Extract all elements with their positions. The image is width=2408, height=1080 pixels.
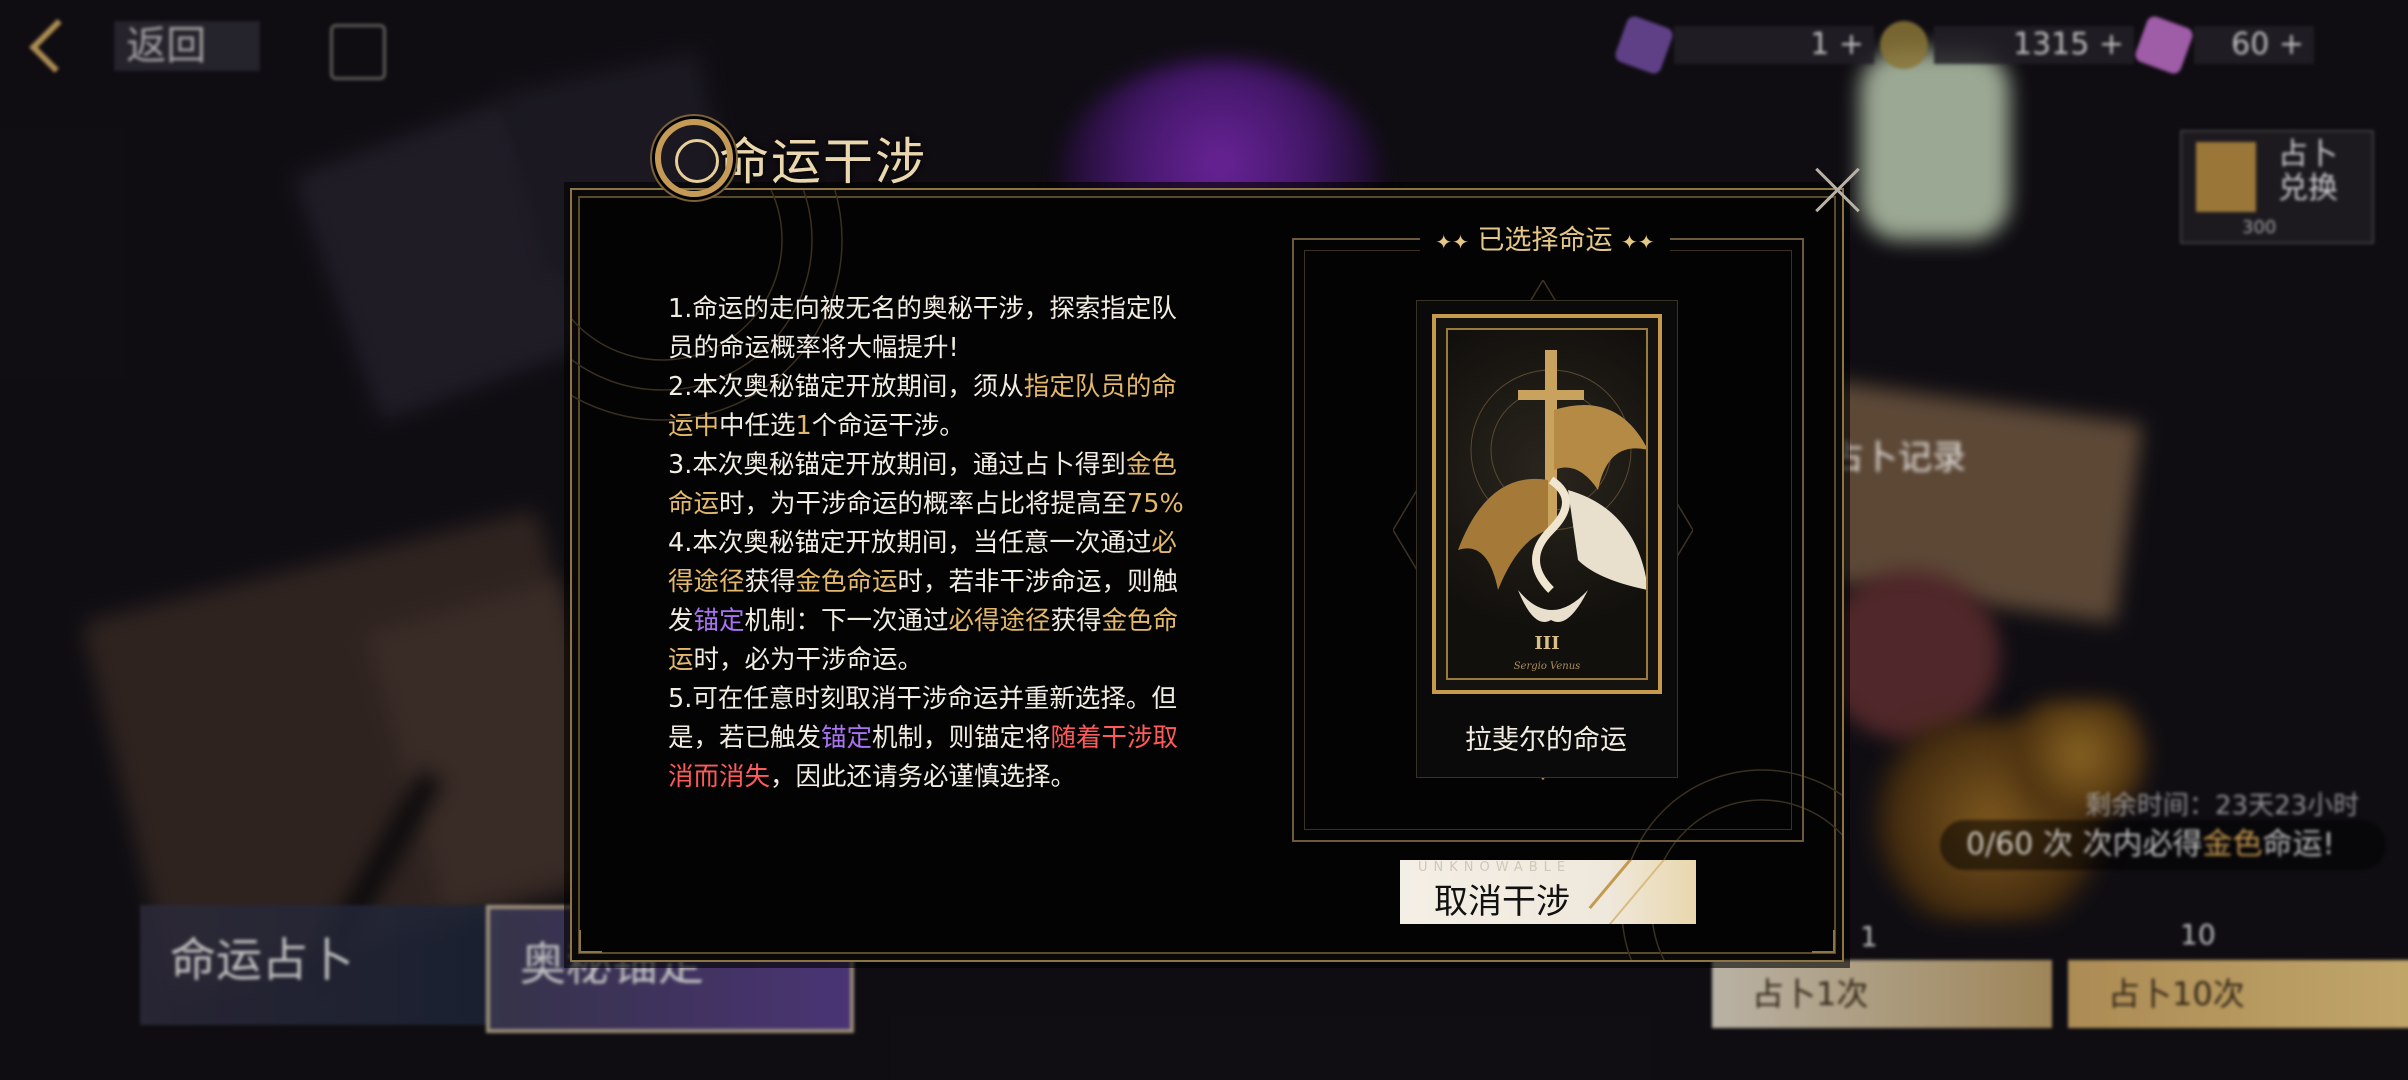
- rule-5: 5.可在任意时刻取消干涉命运并重新选择。但是，若已触发锚定机制，则锚定将随着干涉…: [668, 684, 1179, 792]
- tab-fate-divination[interactable]: 命运占卜: [140, 905, 500, 1025]
- dialog-title-area: 命运干涉: [655, 108, 927, 208]
- notice-count: 0/60 次: [1966, 827, 2073, 862]
- rule-1: 1.命运的走向被无名的奥秘干涉，探索指定队员的命运概率将大幅提升!: [668, 294, 1177, 363]
- sparkle-icon: ✦✦: [1621, 230, 1655, 254]
- resource-value: 60 +: [2194, 26, 2314, 64]
- resource-gold-coin[interactable]: 1315 +: [1880, 20, 2134, 70]
- guarantee-notice: 0/60 次 次内必得金色命运!: [1940, 820, 2386, 870]
- draw-ten-cost: 10: [2180, 918, 2216, 951]
- notice-suffix: 命运!: [2262, 827, 2335, 862]
- back-button[interactable]: 返回: [20, 16, 260, 76]
- rule-2: 2.本次奥秘锚定开放期间，须从指定队员的命运中中任选1个命运干涉。: [668, 372, 1177, 441]
- astrolabe-emblem-icon: [655, 119, 733, 197]
- divination-exchange-button[interactable]: 占卜 兑换 300: [2180, 130, 2374, 244]
- sparkle-icon: ✦✦: [1435, 230, 1469, 254]
- fate-crystal-icon: [1613, 14, 1675, 76]
- winged-cross-icon: [1458, 350, 1646, 622]
- resource-ticket[interactable]: 60 +: [2133, 14, 2314, 76]
- exchange-cost: 300: [2242, 217, 2277, 238]
- resource-fate-crystal[interactable]: 1 +: [1613, 14, 1874, 76]
- exchange-label-2: 兑换: [2278, 171, 2338, 206]
- dialog-title: 命运干涉: [719, 133, 927, 191]
- fate-card[interactable]: III Sergio Venus: [1432, 314, 1662, 694]
- resource-value: 1315 +: [1934, 26, 2134, 64]
- cancel-interference-label: 取消干涉: [1434, 882, 1570, 922]
- selected-fate-label: 已选择命运: [1477, 225, 1613, 256]
- home-button[interactable]: [330, 24, 386, 80]
- ticket-icon: [2133, 14, 2195, 76]
- card-numeral: III: [1534, 633, 1560, 654]
- resource-value: 1 +: [1674, 26, 1874, 64]
- exchange-icon: [2196, 142, 2256, 212]
- close-icon[interactable]: [1812, 164, 1864, 216]
- card-subtitle: Sergio Venus: [1513, 661, 1581, 672]
- card-art: III Sergio Venus: [1446, 328, 1648, 680]
- back-arrow-icon: [29, 19, 84, 73]
- cancel-interference-button[interactable]: UNKNOWABLE 取消干涉: [1400, 860, 1696, 924]
- button-watermark: UNKNOWABLE: [1418, 860, 1572, 875]
- notice-text: 次内必得: [2082, 827, 2203, 862]
- notice-gold: 金色: [2202, 827, 2263, 862]
- rule-3: 3.本次奥秘锚定开放期间，通过占卜得到金色命运时，为干涉命运的概率占比将提高至7…: [668, 450, 1184, 519]
- divination-record-link[interactable]: 占卜记录: [1830, 430, 1966, 479]
- draw-one-cost: 1: [1860, 920, 1878, 953]
- draw-one-button[interactable]: 占卜1次: [1712, 960, 2052, 1028]
- exchange-label-1: 占卜: [2278, 137, 2338, 172]
- draw-ten-button[interactable]: 占卜10次: [2068, 960, 2408, 1028]
- selected-fate-heading: ✦✦ 已选择命运 ✦✦: [1420, 222, 1670, 260]
- remaining-time: 剩余时间：23天23小时: [2085, 791, 2360, 821]
- back-label: 返回: [114, 21, 260, 71]
- gold-coin-icon: [1880, 21, 1928, 69]
- rule-4: 4.本次奥秘锚定开放期间，当任意一次通过必得途径获得金色命运时，若非干涉命运，则…: [668, 528, 1179, 675]
- rules-text: 1.命运的走向被无名的奥秘干涉，探索指定队员的命运概率将大幅提升! 2.本次奥秘…: [668, 290, 1198, 797]
- card-name: 拉斐尔的命运: [1465, 725, 1627, 756]
